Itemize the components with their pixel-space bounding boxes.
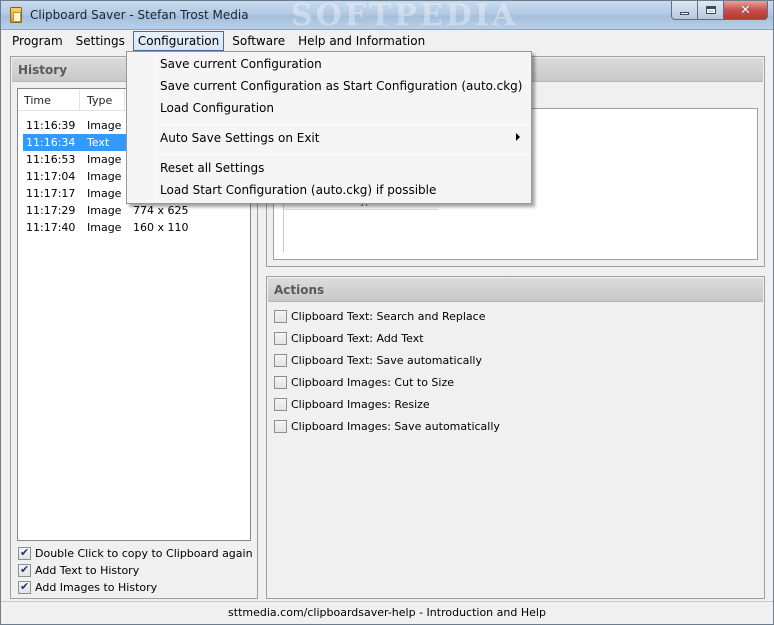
menu-item-load-start-config[interactable]: Load Start Configuration (auto.ckg) if p… <box>160 183 436 197</box>
configuration-menu: Save current Configuration Save current … <box>126 51 532 204</box>
submenu-arrow-icon <box>516 133 520 141</box>
maximize-button[interactable] <box>698 1 724 20</box>
watermark: SOFTPEDIA <box>291 0 519 33</box>
row-time: 11:17:40 <box>26 221 76 234</box>
action-images-resize[interactable]: Clipboard Images: Resize <box>274 396 500 412</box>
app-window: Clipboard Saver - Stefan Trost Media SOF… <box>0 0 774 625</box>
close-button[interactable]: ✕ <box>724 1 768 20</box>
row-time: 11:17:29 <box>26 204 76 217</box>
window-controls: ✕ <box>671 1 768 20</box>
action-images-save[interactable]: Clipboard Images: Save automatically <box>274 418 500 434</box>
table-row[interactable]: 11:17:29 Image 774 x 625 <box>23 202 249 219</box>
option-label: Add Text to History <box>35 563 140 577</box>
checkbox-double-click[interactable] <box>18 546 31 560</box>
checkbox[interactable] <box>274 397 287 411</box>
checkbox[interactable] <box>274 375 287 389</box>
actions-list: Clipboard Text: Search and Replace Clipb… <box>274 308 500 440</box>
menu-item-save-start-config[interactable]: Save current Configuration as Start Conf… <box>160 79 522 93</box>
menu-help[interactable]: Help and Information <box>293 31 430 51</box>
action-label: Clipboard Images: Save automatically <box>291 419 500 433</box>
menu-settings[interactable]: Settings <box>71 31 130 51</box>
menu-bar: Program Settings Configuration Software … <box>1 30 773 51</box>
menu-configuration[interactable]: Configuration <box>132 30 225 51</box>
option-double-click[interactable]: Double Click to copy to Clipboard again <box>18 545 253 561</box>
history-title: History <box>18 63 68 77</box>
row-time: 11:17:17 <box>26 187 76 200</box>
column-header-time[interactable]: Time <box>24 94 51 107</box>
checkbox[interactable] <box>274 419 287 433</box>
menu-item-reset-settings[interactable]: Reset all Settings <box>160 161 264 175</box>
title-bar[interactable]: Clipboard Saver - Stefan Trost Media SOF… <box>1 0 773 33</box>
minimize-button[interactable] <box>671 1 698 20</box>
action-label: Clipboard Images: Cut to Size <box>291 375 455 389</box>
window-title: Clipboard Saver - Stefan Trost Media <box>30 8 249 22</box>
close-icon: ✕ <box>740 2 751 18</box>
row-type: Image <box>87 153 122 166</box>
clipboard-icon[interactable] <box>10 7 22 23</box>
row-type: Image <box>87 170 122 183</box>
help-link[interactable]: sttmedia.com/clipboardsaver-help - Intro… <box>228 606 546 619</box>
option-add-images[interactable]: Add Images to History <box>18 579 157 595</box>
checkbox-add-text[interactable] <box>18 563 31 577</box>
action-text-save[interactable]: Clipboard Text: Save automatically <box>274 352 500 368</box>
action-label: Clipboard Text: Add Text <box>291 331 424 345</box>
row-time: 11:17:04 <box>26 170 76 183</box>
action-text-search-replace[interactable]: Clipboard Text: Search and Replace <box>274 308 500 324</box>
menu-item-save-config[interactable]: Save current Configuration <box>160 57 322 71</box>
column-divider[interactable] <box>124 90 125 110</box>
actions-header: Actions <box>268 278 763 302</box>
status-bar[interactable]: sttmedia.com/clipboardsaver-help - Intro… <box>1 601 773 623</box>
actions-title: Actions <box>274 283 325 297</box>
menu-separator <box>157 124 529 125</box>
action-label: Clipboard Text: Search and Replace <box>291 309 486 323</box>
row-time: 11:16:53 <box>26 153 76 166</box>
column-header-type[interactable]: Type <box>87 94 112 107</box>
row-time: 11:16:39 <box>26 119 76 132</box>
option-label: Double Click to copy to Clipboard again <box>35 546 253 560</box>
column-divider[interactable] <box>79 90 80 110</box>
menu-software[interactable]: Software <box>227 31 290 51</box>
row-type: Image <box>87 187 122 200</box>
row-content: 160 x 110 <box>133 221 189 234</box>
preview-thumbnail: Time Type Conten <box>283 196 439 252</box>
menu-program[interactable]: Program <box>7 31 68 51</box>
option-add-text[interactable]: Add Text to History <box>18 562 139 578</box>
menu-item-load-config[interactable]: Load Configuration <box>160 101 274 115</box>
checkbox[interactable] <box>274 309 287 323</box>
menu-gutter <box>155 54 156 201</box>
action-images-cut[interactable]: Clipboard Images: Cut to Size <box>274 374 500 390</box>
minimize-icon <box>680 11 689 15</box>
checkbox-add-images[interactable] <box>18 580 31 594</box>
table-row[interactable]: 11:17:40 Image 160 x 110 <box>23 219 249 236</box>
option-label: Add Images to History <box>35 580 158 594</box>
menu-separator <box>157 154 529 155</box>
row-type: Image <box>87 221 122 234</box>
action-label: Clipboard Text: Save automatically <box>291 353 482 367</box>
checkbox[interactable] <box>274 353 287 367</box>
row-content: 774 x 625 <box>133 204 189 217</box>
row-time: 11:16:34 <box>26 136 76 149</box>
action-text-add[interactable]: Clipboard Text: Add Text <box>274 330 500 346</box>
row-type: Image <box>87 204 122 217</box>
actions-panel: Actions Clipboard Text: Search and Repla… <box>266 276 765 599</box>
checkbox[interactable] <box>274 331 287 345</box>
row-type: Image <box>87 119 122 132</box>
maximize-icon <box>705 6 716 14</box>
row-type: Text <box>87 136 110 149</box>
menu-item-auto-save[interactable]: Auto Save Settings on Exit <box>160 131 319 145</box>
action-label: Clipboard Images: Resize <box>291 397 430 411</box>
